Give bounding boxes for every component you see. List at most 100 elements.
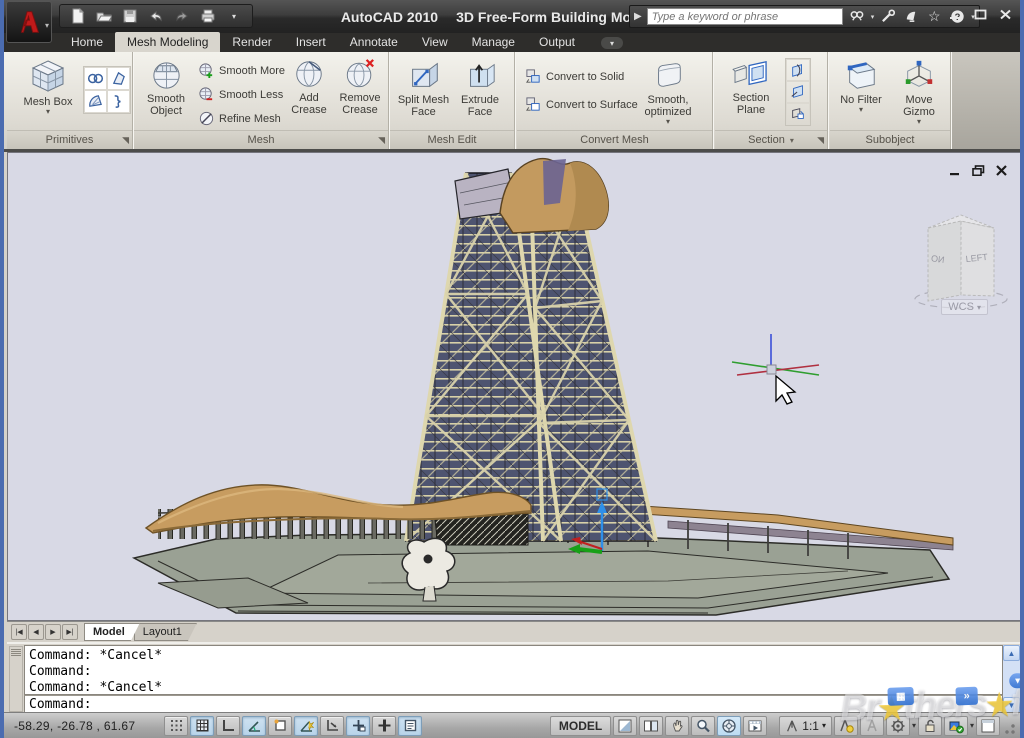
close-button[interactable] [997, 7, 1014, 22]
smooth-less-button[interactable]: Smooth Less [198, 86, 283, 103]
command-history[interactable]: Command: *Cancel* Command: Command: *Can… [24, 645, 1003, 695]
osnap-toggle[interactable] [268, 716, 292, 736]
tab-annotate[interactable]: Annotate [338, 32, 410, 52]
dyn-toggle[interactable] [346, 716, 370, 736]
ortho-toggle[interactable] [216, 716, 240, 736]
quick-view-layouts-button[interactable] [613, 716, 637, 736]
steering-wheel-button[interactable] [717, 716, 741, 736]
live-section-button[interactable] [786, 59, 810, 81]
panel-label-section[interactable]: Section ▾ ◥ [715, 130, 827, 149]
pan-button[interactable] [665, 716, 689, 736]
command-scrollbar[interactable]: ▲ ▼ [1003, 645, 1020, 713]
plot-button[interactable] [198, 7, 218, 25]
drawing-viewport[interactable]: NO LEFT WCS ▾ [7, 152, 1021, 621]
tab-home[interactable]: Home [59, 32, 115, 52]
qat-dropdown-button[interactable]: ▾ [224, 7, 244, 25]
no-filter-button[interactable]: No Filter ▾ [835, 58, 887, 114]
new-drawing-button[interactable] [68, 7, 88, 25]
application-status-menu-button[interactable] [944, 716, 968, 736]
mesh-torus-button[interactable] [84, 67, 107, 90]
panel-label-mesh[interactable]: Mesh ◥ [134, 130, 388, 149]
coordinate-display[interactable]: -58.29, -26.78 , 61.67 [14, 719, 164, 733]
tab-output[interactable]: Output [527, 32, 587, 52]
generate-section-button[interactable] [786, 103, 810, 125]
chevron-down-icon[interactable]: ▾ [790, 136, 794, 145]
subscription-center-icon[interactable] [902, 9, 920, 25]
zoom-button[interactable] [691, 716, 715, 736]
tab-insert[interactable]: Insert [284, 32, 338, 52]
ducs-toggle[interactable] [320, 716, 344, 736]
infocenter-expand-icon[interactable]: ▶ [634, 11, 642, 22]
statusbar-resize-grip[interactable] [1002, 717, 1016, 735]
last-layout-button[interactable]: ▶| [62, 624, 78, 640]
panel-launcher-icon[interactable]: ◥ [817, 135, 824, 146]
move-gizmo-button[interactable]: Move Gizmo ▾ [890, 58, 948, 126]
redo-button[interactable] [172, 7, 192, 25]
convert-to-solid-button[interactable]: Convert to Solid [525, 68, 624, 85]
lwt-toggle[interactable] [372, 716, 396, 736]
workspace-switching-button[interactable] [886, 716, 910, 736]
communication-center-icon[interactable] [879, 9, 897, 25]
smooth-more-button[interactable]: Smooth More [198, 62, 285, 79]
add-crease-button[interactable]: Add Crease [286, 58, 332, 116]
panel-launcher-icon[interactable]: ◥ [378, 135, 385, 146]
extrude-face-button[interactable]: Extrude Face [454, 58, 506, 118]
split-mesh-face-button[interactable]: Split Mesh Face [396, 58, 451, 118]
viewport-restore-button[interactable] [972, 165, 985, 179]
smooth-object-button[interactable]: Smooth Object [140, 58, 192, 117]
chevron-down-icon[interactable]: ▾ [912, 721, 916, 730]
toolbar-lock-button[interactable] [918, 716, 942, 736]
quick-view-drawings-button[interactable] [639, 716, 663, 736]
tab-view[interactable]: View [410, 32, 460, 52]
clean-screen-button[interactable] [976, 716, 1000, 736]
command-window-grip[interactable] [9, 646, 23, 712]
smooth-optimized-button[interactable]: Smooth, optimized ▾ [625, 58, 711, 126]
polar-toggle[interactable] [242, 716, 266, 736]
first-layout-button[interactable]: |◀ [11, 624, 27, 640]
viewport-minimize-button[interactable] [949, 165, 962, 179]
annotation-autoscale-button[interactable] [860, 716, 884, 736]
minimize-button[interactable] [947, 7, 964, 22]
snap-toggle[interactable] [164, 716, 188, 736]
tab-layout1[interactable]: Layout1 [134, 623, 197, 641]
add-jog-button[interactable] [786, 81, 810, 103]
remove-crease-button[interactable]: Remove Crease [334, 58, 386, 116]
mesh-pyramid-button[interactable] [107, 67, 130, 90]
convert-to-surface-button[interactable]: Convert to Surface [525, 96, 638, 113]
chevron-down-icon[interactable]: ▾ [871, 13, 875, 21]
tab-manage[interactable]: Manage [460, 32, 527, 52]
application-menu-button[interactable]: ▾ [6, 1, 52, 43]
otrack-toggle[interactable] [294, 716, 318, 736]
show-motion-button[interactable] [743, 716, 767, 736]
scroll-up-button[interactable]: ▲ [1003, 645, 1020, 661]
viewcube[interactable]: NO LEFT [915, 215, 1007, 308]
command-input[interactable]: Command: [24, 695, 1003, 713]
refine-mesh-button[interactable]: Refine Mesh [198, 110, 281, 127]
save-button[interactable] [120, 7, 140, 25]
scroll-down-button[interactable]: ▼ [1003, 697, 1020, 713]
tab-render[interactable]: Render [220, 32, 283, 52]
prev-layout-button[interactable]: ◀ [28, 624, 44, 640]
quick-properties-toggle[interactable] [398, 716, 422, 736]
undo-button[interactable] [146, 7, 166, 25]
search-input[interactable] [647, 8, 843, 25]
chevron-down-icon[interactable]: ▾ [970, 721, 974, 730]
tab-mesh-modeling[interactable]: Mesh Modeling [115, 32, 220, 52]
panel-launcher-icon[interactable]: ◥ [122, 135, 129, 146]
section-plane-button[interactable]: Section Plane [723, 58, 779, 116]
edge-surface-button[interactable] [107, 90, 130, 113]
tab-model[interactable]: Model [84, 623, 140, 641]
mesh-wedge-button[interactable] [84, 90, 107, 113]
next-layout-button[interactable]: ▶ [45, 624, 61, 640]
mesh-box-button[interactable]: Mesh Box ▾ [17, 58, 79, 116]
panel-label-convert-mesh[interactable]: Convert Mesh [517, 130, 712, 149]
annotation-visibility-button[interactable] [834, 716, 858, 736]
search-icon[interactable] [848, 9, 866, 25]
panel-label-subobject[interactable]: Subobject [830, 130, 950, 149]
ribbon-minimize-button[interactable]: ▾ [601, 37, 623, 49]
grid-toggle[interactable] [190, 716, 214, 736]
favorites-star-icon[interactable]: ☆ [925, 9, 943, 25]
annotation-scale-button[interactable]: 1:1 ▾ [779, 716, 832, 736]
panel-label-mesh-edit[interactable]: Mesh Edit [390, 130, 514, 149]
panel-label-primitives[interactable]: Primitives ◥ [7, 130, 132, 149]
